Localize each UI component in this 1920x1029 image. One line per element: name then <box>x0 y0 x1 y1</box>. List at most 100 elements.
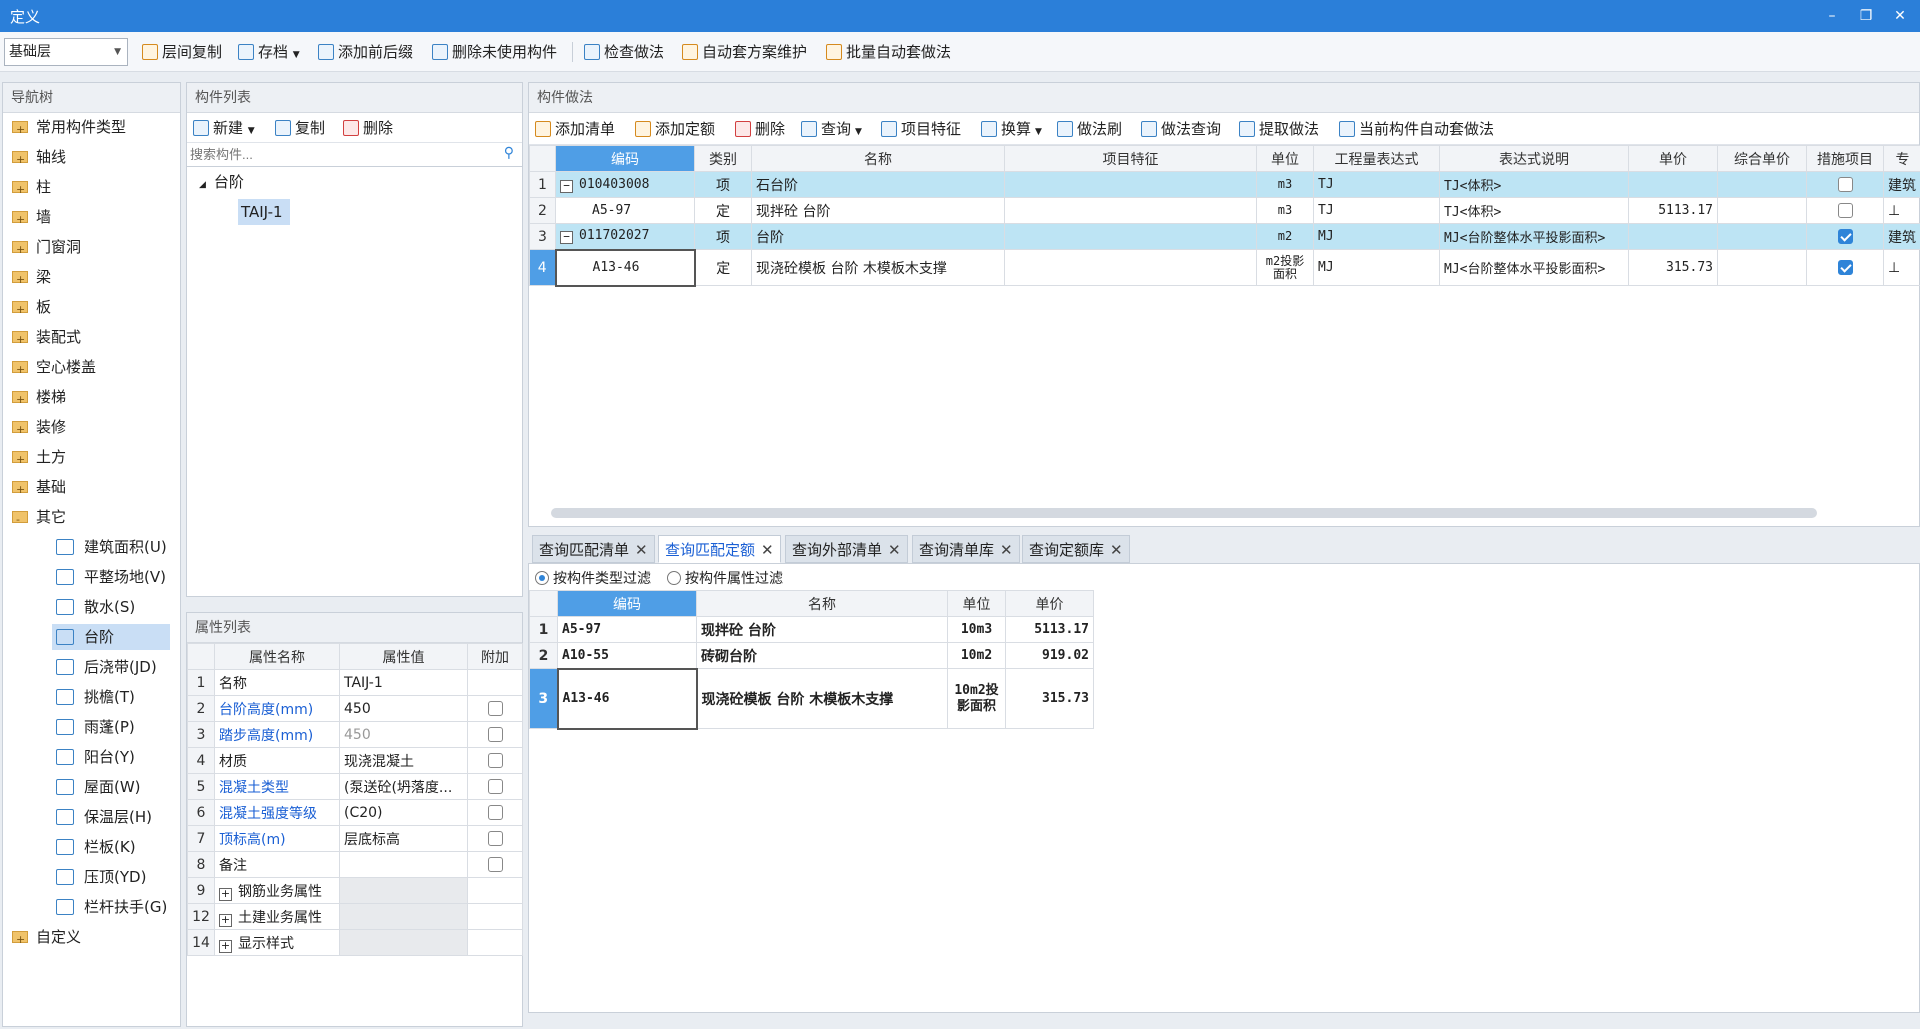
nav-sub-item[interactable]: 屋面(W) <box>52 774 170 800</box>
nav-item[interactable]: 装修 <box>12 414 66 443</box>
method-name[interactable]: 现浇砼模板 台阶 木模板木支撑 <box>751 249 1005 286</box>
query-row[interactable]: 1 A5-97 现拌砼 台阶 10m3 5113.17 <box>529 616 1094 643</box>
expand-plus-icon[interactable]: + <box>219 887 232 901</box>
close-icon[interactable]: ✕ <box>635 541 648 559</box>
method-toolbar-button[interactable]: 删除 <box>735 117 785 141</box>
query-tab[interactable]: 查询匹配清单 ✕ <box>532 535 655 563</box>
new-component-button[interactable]: 新建 ▼ <box>193 116 255 140</box>
measure-checkbox[interactable] <box>1837 260 1853 275</box>
query-row[interactable]: 3 A13-46 现浇砼模板 台阶 木模板木支撑 10m2投影面积 315.73 <box>529 667 1094 730</box>
method-row[interactable]: 2 A5-97 定现拌砼 台阶 m3 TJ TJ<体积> 5113.17 ⊥ <box>529 197 1920 224</box>
nav-item[interactable]: 楼梯 <box>12 384 66 413</box>
nav-item[interactable]: 空心楼盖 <box>12 354 96 383</box>
extra-checkbox[interactable] <box>487 701 503 716</box>
nav-sub-item[interactable]: 散水(S) <box>52 594 170 620</box>
collapse-icon[interactable]: − <box>560 231 573 245</box>
method-toolbar-button[interactable]: 做法查询 <box>1141 117 1221 141</box>
close-icon[interactable]: ✕ <box>761 541 774 559</box>
nav-sub-item[interactable]: 建筑面积(U) <box>52 534 170 560</box>
expand-plus-icon[interactable]: + <box>219 913 232 927</box>
method-expression[interactable]: TJ <box>1313 197 1440 224</box>
component-item[interactable]: TAIJ-1 <box>238 199 290 225</box>
nav-item[interactable]: 墙 <box>12 204 51 233</box>
extra-checkbox[interactable] <box>487 805 503 820</box>
nav-item[interactable]: 轴线 <box>12 144 66 173</box>
close-icon[interactable]: ✕ <box>1000 541 1013 559</box>
horizontal-scrollbar[interactable] <box>551 508 1817 518</box>
property-value[interactable]: (泵送砼(坍落度... <box>339 773 468 800</box>
method-name[interactable]: 台阶 <box>751 223 1005 250</box>
nav-sub-item[interactable]: 平整场地(V) <box>52 564 170 590</box>
method-feature[interactable] <box>1004 171 1257 198</box>
method-name[interactable]: 石台阶 <box>751 171 1005 198</box>
property-value[interactable] <box>339 851 468 878</box>
nav-item[interactable]: 梁 <box>12 264 51 293</box>
property-value[interactable] <box>339 903 468 930</box>
nav-sub-item[interactable]: 挑檐(T) <box>52 684 170 710</box>
method-row[interactable]: 3−011702027 项台阶 m2 MJ MJ<台阶整体水平投影面积> 建筑 <box>529 223 1920 250</box>
method-expression[interactable]: MJ <box>1313 249 1440 286</box>
nav-item[interactable]: 基础 <box>12 474 66 503</box>
nav-item[interactable]: 门窗洞 <box>12 234 81 263</box>
nav-item[interactable]: 常用构件类型 <box>12 114 126 143</box>
query-tab[interactable]: 查询定额库 ✕ <box>1022 535 1130 563</box>
extra-checkbox[interactable] <box>487 727 503 742</box>
method-feature[interactable] <box>1004 249 1257 286</box>
nav-sub-item[interactable]: 后浇带(JD) <box>52 654 170 680</box>
method-code[interactable]: A5-97 <box>555 197 695 224</box>
nav-item[interactable]: 板 <box>12 294 51 323</box>
delete-unused-button[interactable]: 删除未使用构件 <box>432 40 557 64</box>
nav-sub-item[interactable]: 栏杆扶手(G) <box>52 894 170 920</box>
nav-sub-item[interactable]: 压顶(YD) <box>52 864 170 890</box>
nav-item[interactable]: 装配式 <box>12 324 81 353</box>
method-row[interactable]: 4 A13-46 定现浇砼模板 台阶 木模板木支撑 m2投影面积 MJ MJ<台阶整体水平… <box>529 248 1920 287</box>
batch-auto-button[interactable]: 批量自动套做法 <box>826 40 951 64</box>
check-method-button[interactable]: 检查做法 <box>584 40 664 64</box>
property-value[interactable]: 层底标高 <box>339 825 468 852</box>
method-toolbar-button[interactable]: 添加定额 <box>635 117 715 141</box>
method-toolbar-button[interactable]: 提取做法 <box>1239 117 1319 141</box>
method-feature[interactable] <box>1004 223 1257 250</box>
query-row[interactable]: 2 A10-55 砖砌台阶 10m2 919.02 <box>529 642 1094 669</box>
nav-sub-item[interactable]: 保温层(H) <box>52 804 170 830</box>
close-icon[interactable]: ✕ <box>1110 541 1123 559</box>
property-value[interactable]: 450 <box>339 721 468 748</box>
property-value[interactable] <box>339 877 468 904</box>
extra-checkbox[interactable] <box>487 857 503 872</box>
method-toolbar-button[interactable]: 查询 ▼ <box>801 117 862 141</box>
extra-checkbox[interactable] <box>487 779 503 794</box>
auto-scheme-button[interactable]: 自动套方案维护 <box>682 40 807 64</box>
query-tab[interactable]: 查询外部清单 ✕ <box>785 535 908 563</box>
component-group[interactable]: ◢ 台阶 <box>199 171 244 192</box>
measure-checkbox[interactable] <box>1837 177 1853 192</box>
nav-sub-item[interactable]: 雨蓬(P) <box>52 714 170 740</box>
archive-button[interactable]: 存档 ▼ <box>238 40 300 64</box>
measure-checkbox[interactable] <box>1837 229 1853 244</box>
method-toolbar-button[interactable]: 添加清单 <box>535 117 615 141</box>
query-code[interactable]: A5-97 <box>557 616 697 643</box>
property-value[interactable]: TAIJ-1 <box>339 669 468 696</box>
search-icon[interactable]: ⚲ <box>504 145 514 161</box>
method-name[interactable]: 现拌砼 台阶 <box>751 197 1005 224</box>
add-prefix-suffix-button[interactable]: 添加前后缀 <box>318 40 413 64</box>
method-code[interactable]: A13-46 <box>554 248 696 287</box>
property-value[interactable]: 现浇混凝土 <box>339 747 468 774</box>
method-toolbar-button[interactable]: 当前构件自动套做法 <box>1339 117 1494 141</box>
delete-component-button[interactable]: 删除 <box>343 116 393 140</box>
floor-select[interactable]: 基础层 ▼ <box>4 38 128 66</box>
search-input[interactable] <box>187 143 487 165</box>
query-code[interactable]: A10-55 <box>557 642 697 669</box>
property-value[interactable] <box>339 929 468 956</box>
nav-item[interactable]: 自定义 <box>12 924 81 953</box>
nav-item[interactable]: 其它 <box>12 504 66 533</box>
filter-attr-radio[interactable]: 按构件属性过滤 <box>667 568 783 588</box>
method-toolbar-button[interactable]: 换算 ▼ <box>981 117 1042 141</box>
floor-copy-button[interactable]: 层间复制 <box>142 40 222 64</box>
property-value[interactable]: (C20) <box>339 799 468 826</box>
method-feature[interactable] <box>1004 197 1257 224</box>
nav-sub-item[interactable]: 栏板(K) <box>52 834 170 860</box>
method-toolbar-button[interactable]: 项目特征 <box>881 117 961 141</box>
minimize-button[interactable]: – <box>1818 4 1846 28</box>
extra-checkbox[interactable] <box>487 753 503 768</box>
method-code[interactable]: −011702027 <box>555 223 695 250</box>
